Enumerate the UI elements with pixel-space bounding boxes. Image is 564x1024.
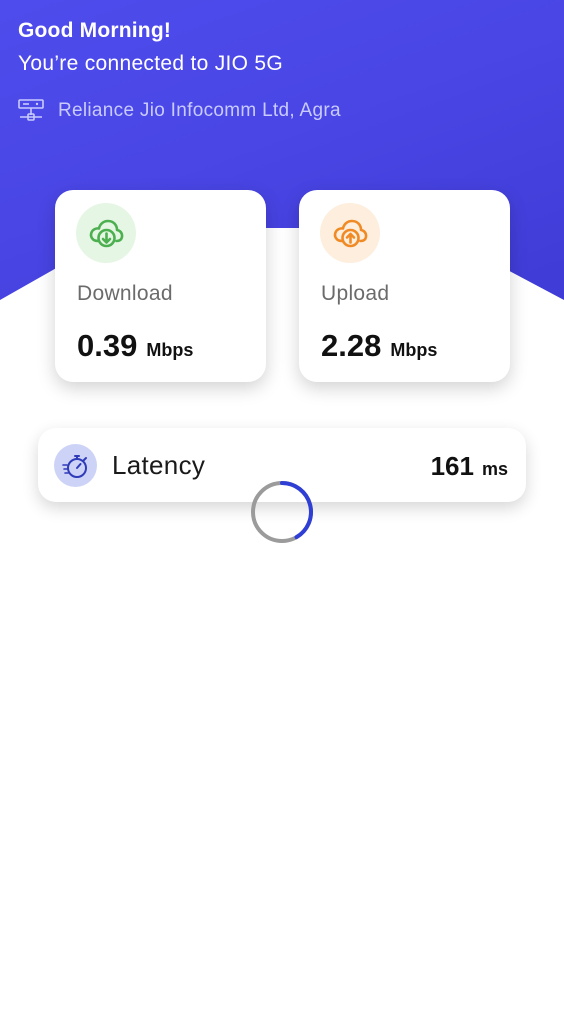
network-server-icon [18, 99, 44, 121]
speed-test-screen: Good Morning! You’re connected to JIO 5G… [0, 0, 564, 1024]
download-speed-number: 0.39 [77, 328, 138, 363]
upload-speed-number: 2.28 [321, 328, 382, 363]
cloud-download-icon [89, 219, 124, 248]
latency-number: 161 [430, 451, 474, 481]
latency-unit: ms [481, 459, 508, 479]
download-speed-unit: Mbps [146, 340, 194, 360]
stopwatch-icon [61, 454, 87, 478]
download-label: Download [77, 282, 173, 305]
provider-name: Reliance Jio Infocomm Ltd, Agra [58, 100, 341, 121]
upload-label: Upload [321, 282, 390, 305]
download-icon-badge [76, 203, 136, 263]
latency-label: Latency [112, 450, 206, 480]
upload-card: Upload 2.28 Mbps [299, 190, 510, 382]
upload-icon-badge [320, 203, 380, 263]
cloud-upload-icon [333, 219, 368, 248]
provider-row: Reliance Jio Infocomm Ltd, Agra [18, 99, 341, 123]
upload-value: 2.28 Mbps [321, 328, 437, 364]
latency-icon-badge [54, 444, 97, 487]
connection-status: You’re connected to JIO 5G [18, 52, 284, 75]
download-value: 0.39 Mbps [77, 328, 193, 364]
greeting-title: Good Morning! [18, 19, 172, 42]
latency-value: 161 ms [431, 451, 508, 482]
loading-spinner-icon [251, 481, 313, 543]
upload-speed-unit: Mbps [390, 340, 438, 360]
download-card: Download 0.39 Mbps [55, 190, 266, 382]
